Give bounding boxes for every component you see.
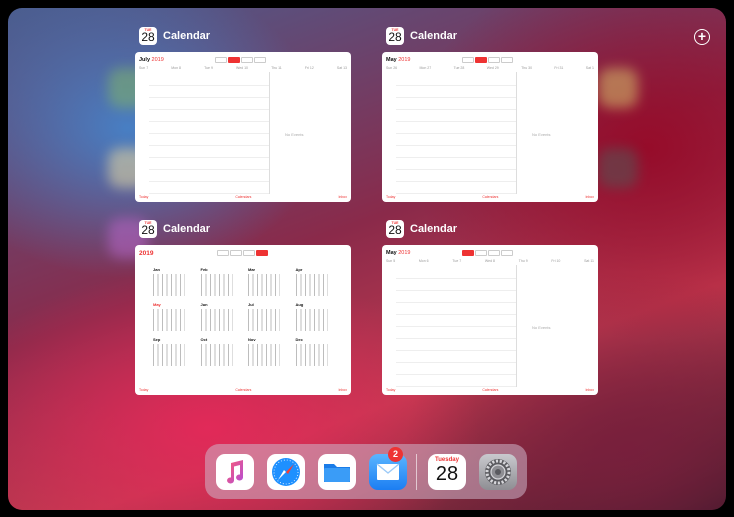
divider (516, 72, 517, 194)
app-window-preview[interactable]: July 2019 Sun 7 Mon 8 Tue 9 Wed 10 Thu 11 Fri… (135, 52, 351, 202)
view-segmented-control[interactable] (215, 57, 267, 63)
month-block[interactable]: Jul (248, 302, 296, 331)
divider (516, 265, 517, 387)
window-toolbar: Today Calendars Inbox (139, 388, 347, 392)
app-name: Calendar (410, 223, 458, 235)
app-card-header: TUE 28 Calendar (139, 219, 210, 239)
app-window-preview[interactable]: May 2019 Sun 26 Mon 27 Tue 28 Wed 29 Thu 30 F… (382, 52, 598, 202)
add-space-button[interactable]: + (694, 29, 710, 45)
mail-icon[interactable] (369, 454, 407, 490)
month-block[interactable]: Aug (295, 302, 344, 331)
no-events-label: No Events (532, 325, 551, 330)
week-days-row: Sun 5 Mon 6 Tue 7 Wed 8 Thu 9 Fri 10 Sat 11 (386, 259, 594, 263)
window-toolbar: Today Calendars Inbox (386, 195, 594, 199)
dock-divider (416, 454, 417, 490)
window-title: 2019 (139, 250, 154, 257)
blurred-app-icon (598, 68, 638, 108)
safari-icon[interactable] (267, 454, 305, 490)
window-title: July 2019 (139, 57, 164, 63)
week-days-row: Sun 26 Mon 27 Tue 28 Wed 29 Thu 30 Fri 31 Sat … (386, 66, 594, 70)
blurred-app-icon (598, 148, 638, 188)
calendar-icon: TUE 28 (386, 27, 404, 45)
hour-grid (149, 74, 269, 194)
app-window-preview[interactable]: 2019 Jan Feb Mar Apr May Jun Jul Aug Sep… (135, 245, 351, 395)
calendar-icon: TUE 28 (139, 27, 157, 45)
files-icon[interactable] (318, 454, 356, 490)
ipad-screen: + TUE 28 Calendar July 2019 Sun 7 Mon 8 Tu… (8, 8, 726, 510)
music-icon[interactable] (216, 454, 254, 490)
month-block[interactable]: May (153, 302, 201, 331)
mail-badge: 2 (388, 447, 403, 462)
app-card-header: TUE 28 Calendar (386, 26, 457, 46)
month-block[interactable]: Nov (248, 337, 296, 366)
icon-day: 28 (388, 223, 402, 237)
window-title: May 2019 (386, 57, 411, 63)
app-card-header: TUE 28 Calendar (386, 219, 457, 239)
no-events-label: No Events (285, 132, 304, 137)
hour-grid (396, 267, 516, 387)
month-block[interactable]: Mar (248, 267, 296, 296)
calendar-icon: TUE 28 (139, 220, 157, 238)
app-name: Calendar (163, 223, 211, 235)
app-card-header: TUE 28 Calendar (139, 26, 210, 46)
month-block[interactable]: Feb (200, 267, 249, 296)
month-block[interactable]: Jan (153, 267, 201, 296)
no-events-label: No Events (532, 132, 551, 137)
window-toolbar: Today Calendars Inbox (139, 195, 347, 199)
calendar-icon: TUE 28 (386, 220, 404, 238)
icon-day: 28 (388, 30, 402, 44)
month-block[interactable]: Apr (295, 267, 344, 296)
divider (269, 72, 270, 194)
view-segmented-control[interactable] (462, 250, 514, 256)
view-segmented-control[interactable] (217, 250, 269, 256)
dock-calendar-day: 28 (435, 463, 459, 485)
icon-day: 28 (141, 223, 155, 237)
app-name: Calendar (163, 30, 211, 42)
year-grid: Jan Feb Mar Apr May Jun Jul Aug Sep Oct … (153, 267, 343, 366)
month-block[interactable]: Dec (295, 337, 344, 366)
window-toolbar: Today Calendars Inbox (386, 388, 594, 392)
dock: Tuesday 28 (205, 444, 527, 499)
month-block[interactable]: Jun (200, 302, 249, 331)
week-days-row: Sun 7 Mon 8 Tue 9 Wed 10 Thu 11 Fri 12 Sat 13 (139, 66, 347, 70)
calendar-icon[interactable]: Tuesday 28 (428, 454, 466, 490)
settings-icon[interactable] (479, 454, 517, 490)
app-window-preview[interactable]: May 2019 Sun 5 Mon 6 Tue 7 Wed 8 Thu 9 Fri 10… (382, 245, 598, 395)
view-segmented-control[interactable] (462, 57, 514, 63)
app-name: Calendar (410, 30, 458, 42)
hour-grid (396, 74, 516, 194)
month-block[interactable]: Sep (153, 337, 201, 366)
icon-day: 28 (141, 30, 155, 44)
month-block[interactable]: Oct (200, 337, 249, 366)
window-title: May 2019 (386, 250, 411, 256)
